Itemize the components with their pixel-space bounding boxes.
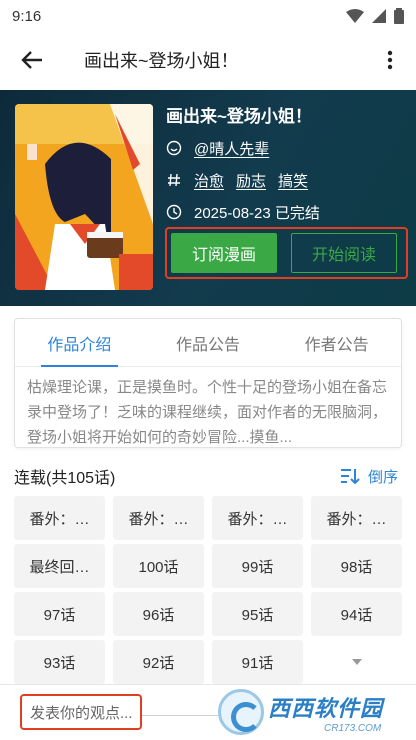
- status-bar: 9:16: [0, 0, 416, 32]
- tab-introduction[interactable]: 作品介绍: [15, 319, 144, 367]
- arrow-left-icon: [21, 51, 42, 69]
- battery-icon: [394, 8, 404, 24]
- tab-work-announcement[interactable]: 作品公告: [144, 319, 273, 366]
- chapter-count: 连载(共105话): [14, 470, 116, 487]
- app-bar: 画出来~登场小姐！: [0, 32, 416, 88]
- start-reading-button[interactable]: 开始阅读: [291, 233, 397, 273]
- hashtag-icon: [166, 172, 188, 188]
- author-link[interactable]: @晴人先辈: [194, 138, 269, 159]
- comment-underline: [142, 715, 218, 716]
- comic-header: 画出来~登场小姐！ @晴人先辈 治愈 励志 搞笑 2025-08-23 已完结 …: [0, 90, 416, 306]
- update-date-status: 2025-08-23 已完结: [194, 204, 320, 222]
- watermark-sub: CR173.COM: [324, 722, 382, 734]
- date-row: 2025-08-23 已完结: [166, 198, 406, 226]
- chapter-item[interactable]: 番外：…: [14, 496, 105, 540]
- chapter-item[interactable]: 番外：…: [113, 496, 204, 540]
- chapter-item[interactable]: 95话: [212, 592, 303, 636]
- watermark-emblem-icon: [218, 689, 264, 735]
- tag-link[interactable]: 搞笑: [278, 170, 308, 191]
- sort-descending-icon: [340, 469, 360, 485]
- cover-illustration: [15, 104, 153, 290]
- smile-icon: [166, 140, 188, 156]
- chapter-grid: 番外：… 番外：… 番外：… 番外：… 最终回… 100话 99话 98话 97…: [14, 496, 402, 684]
- more-vertical-icon: [387, 50, 393, 70]
- chapter-item[interactable]: 92话: [113, 640, 204, 684]
- more-options-button[interactable]: [364, 32, 416, 88]
- comic-cover-image[interactable]: [15, 104, 153, 290]
- chapter-item[interactable]: 99话: [212, 544, 303, 588]
- comment-bar: 发表你的观点... 西西软件园 CR173.COM: [0, 684, 416, 740]
- chapter-item[interactable]: 97话: [14, 592, 105, 636]
- description-text: 枯燥理论课，正是摸鱼时。个性十足的登场小姐在备忘录中登场了！乏味的课程继续，面对…: [27, 379, 388, 446]
- chapter-item[interactable]: 96话: [113, 592, 204, 636]
- status-icons: [346, 8, 404, 24]
- watermark-logo: 西西软件园 CR173.COM: [218, 687, 414, 737]
- info-tabs-card: 作品介绍 作品公告 作者公告 枯燥理论课，正是摸鱼时。个性十足的登场小姐在备忘录…: [14, 318, 402, 448]
- watermark-text: 西西软件园 CR173.COM: [268, 691, 383, 734]
- tab-author-announcement[interactable]: 作者公告: [272, 319, 401, 366]
- sort-order-button[interactable]: 倒序: [340, 466, 402, 487]
- chapter-item[interactable]: 100话: [113, 544, 204, 588]
- chapter-item[interactable]: 94话: [311, 592, 402, 636]
- chapter-header: 连载(共105话) 倒序: [14, 462, 402, 490]
- page-title: 画出来~登场小姐！: [84, 51, 239, 71]
- tag-link[interactable]: 励志: [236, 170, 266, 191]
- tag-link[interactable]: 治愈: [194, 170, 224, 191]
- tab-bar: 作品介绍 作品公告 作者公告: [15, 319, 401, 367]
- signal-icon: [372, 9, 386, 23]
- chapter-item[interactable]: 最终回…: [14, 544, 105, 588]
- subscribe-button[interactable]: 订阅漫画: [171, 233, 277, 273]
- clock-icon: [166, 204, 188, 220]
- action-buttons: 订阅漫画 开始阅读: [165, 227, 408, 279]
- author-row: @晴人先辈: [166, 134, 406, 162]
- watermark-main: 西西软件园: [268, 695, 384, 721]
- chapter-item[interactable]: 91话: [212, 640, 303, 684]
- chapter-item[interactable]: 番外：…: [311, 496, 402, 540]
- status-time: 9:16: [12, 7, 42, 25]
- chapter-item[interactable]: 93话: [14, 640, 105, 684]
- wifi-icon: [346, 9, 364, 23]
- chapter-item[interactable]: 番外：…: [212, 496, 303, 540]
- tags-row: 治愈 励志 搞笑: [166, 166, 406, 194]
- caret-down-icon: [351, 659, 362, 665]
- comic-info: 画出来~登场小姐！ @晴人先辈 治愈 励志 搞笑 2025-08-23 已完结: [166, 104, 406, 226]
- sort-label: 倒序: [367, 468, 398, 486]
- expand-chapters-button[interactable]: [311, 640, 402, 684]
- comment-input[interactable]: 发表你的观点...: [20, 694, 142, 730]
- back-button[interactable]: [0, 32, 64, 88]
- comic-title: 画出来~登场小姐！: [166, 107, 312, 126]
- chapter-item[interactable]: 98话: [311, 544, 402, 588]
